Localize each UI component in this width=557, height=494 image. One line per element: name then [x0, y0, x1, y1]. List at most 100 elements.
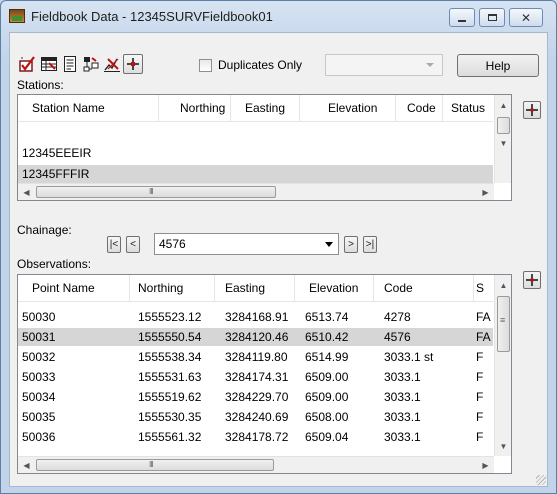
stations-list[interactable]: Station Name Northing Easting Elevation … [17, 94, 512, 201]
grip-icon: III [149, 187, 154, 196]
observations-vertical-scrollbar[interactable]: ▲ ≡ ▼ [494, 275, 511, 456]
northing-cell: 1555523.12 [138, 310, 202, 324]
scroll-left-icon[interactable]: ◀ [18, 457, 35, 473]
scroll-up-icon[interactable]: ▲ [495, 97, 511, 114]
observation-row[interactable]: 50033 1555531.63 3284174.31 6509.00 3033.1 F [18, 368, 493, 386]
pencil-icon[interactable] [102, 54, 122, 74]
point-name-cell: 50035 [22, 410, 56, 424]
stations-add-button[interactable] [523, 101, 541, 119]
column-northing[interactable]: Northing [159, 95, 231, 122]
easting-cell: 3284229.70 [225, 390, 289, 404]
northing-cell: 1555530.35 [138, 410, 202, 424]
chainage-value: 4576 [159, 237, 186, 251]
check-icon[interactable] [17, 54, 37, 74]
stations-horizontal-scrollbar[interactable]: ◀ III ▶ [18, 183, 494, 200]
observations-horizontal-scrollbar[interactable]: ◀ III ▶ [18, 456, 494, 473]
tree-icon[interactable] [81, 54, 101, 74]
last-chainage-button[interactable]: >| [363, 236, 377, 253]
close-button[interactable]: ✕ [509, 8, 543, 27]
next-chainage-button[interactable]: > [344, 236, 358, 253]
station-row-selected[interactable]: 12345FFFIR [18, 165, 493, 183]
observation-row[interactable]: 50032 1555538.34 3284119.80 6514.99 3033.1 s… [18, 348, 493, 366]
observation-row[interactable]: 50036 1555561.32 3284178.72 6509.04 3033.1 F [18, 428, 493, 446]
column-elevation[interactable]: Elevation [295, 275, 374, 302]
scroll-thumb[interactable]: ≡ [497, 296, 510, 352]
scroll-up-icon[interactable]: ▲ [495, 277, 511, 294]
easting-cell: 3284168.91 [225, 310, 289, 324]
easting-cell: 3284174.31 [225, 370, 289, 384]
column-easting[interactable]: Easting [231, 95, 300, 122]
column-northing[interactable]: Northing [130, 275, 215, 302]
point-name-cell: 50036 [22, 430, 56, 444]
table-icon[interactable] [39, 54, 59, 74]
crosshair-icon[interactable] [123, 54, 143, 74]
observations-list[interactable]: Point Name Northing Easting Elevation Co… [17, 274, 512, 474]
column-station-name[interactable]: Station Name [18, 95, 159, 122]
first-chainage-button[interactable]: |< [107, 236, 121, 253]
column-code[interactable]: Code [374, 275, 474, 302]
observation-row[interactable]: 50035 1555530.35 3284240.69 6508.00 3033.1 F [18, 408, 493, 426]
grip-icon: ≡ [500, 315, 505, 325]
minimize-button[interactable] [449, 8, 475, 27]
crosshair-add-icon [526, 274, 538, 286]
resize-grip-icon[interactable] [536, 475, 546, 485]
code-cell: 4278 [384, 310, 411, 324]
status-cell: F [476, 410, 484, 424]
column-elevation[interactable]: Elevation [300, 95, 396, 122]
close-icon: ✕ [520, 10, 532, 25]
point-name-cell: 50031 [22, 330, 56, 344]
scroll-right-icon[interactable]: ▶ [477, 457, 494, 473]
maximize-icon [487, 14, 497, 21]
column-status[interactable]: S [474, 275, 493, 302]
status-cell: FA [476, 330, 491, 344]
scroll-down-icon[interactable]: ▼ [495, 438, 511, 455]
duplicates-only-label: Duplicates Only [218, 58, 303, 72]
status-cell: F [476, 350, 484, 364]
status-cell: FA [476, 310, 491, 324]
scroll-thumb[interactable]: III [36, 186, 276, 198]
stations-vertical-scrollbar[interactable]: ▲ ▼ [494, 95, 511, 183]
northing-cell: 1555531.63 [138, 370, 202, 384]
previous-chainage-label: < [130, 239, 136, 250]
stations-label: Stations: [17, 78, 64, 92]
column-status[interactable]: Status [443, 95, 493, 122]
observations-header: Point Name Northing Easting Elevation Co… [18, 275, 493, 302]
window-title: Fieldbook Data - 12345SURVFieldbook01 [31, 9, 273, 24]
chainage-dropdown[interactable]: 4576 [154, 233, 339, 255]
scroll-right-icon[interactable]: ▶ [477, 184, 494, 200]
next-chainage-label: > [348, 239, 354, 250]
code-cell: 3033.1 [384, 430, 421, 444]
elevation-cell: 6508.00 [305, 410, 349, 424]
scroll-thumb[interactable]: III [36, 459, 274, 471]
maximize-button[interactable] [479, 8, 505, 27]
status-cell: F [476, 430, 484, 444]
filter-dropdown[interactable] [325, 54, 443, 76]
column-easting[interactable]: Easting [215, 275, 295, 302]
minimize-icon [458, 19, 466, 22]
duplicates-only-checkbox[interactable] [199, 59, 212, 72]
point-name-cell: 50033 [22, 370, 56, 384]
scroll-left-icon[interactable]: ◀ [18, 184, 35, 200]
scroll-thumb[interactable] [497, 117, 510, 134]
elevation-cell: 6513.74 [305, 310, 349, 324]
observation-row-selected[interactable]: 50031 1555550.54 3284120.46 6510.42 4576 FA [18, 328, 493, 346]
northing-cell: 1555538.34 [138, 350, 202, 364]
observations-label: Observations: [17, 257, 92, 271]
scroll-down-icon[interactable]: ▼ [495, 135, 511, 152]
previous-chainage-button[interactable]: < [126, 236, 140, 253]
title-bar[interactable]: Fieldbook Data - 12345SURVFieldbook01 ✕ [1, 1, 556, 31]
chainage-label: Chainage: [17, 223, 72, 237]
column-code[interactable]: Code [396, 95, 443, 122]
status-cell: F [476, 370, 484, 384]
easting-cell: 3284120.46 [225, 330, 289, 344]
chevron-down-icon [426, 63, 434, 67]
help-button[interactable]: Help [457, 54, 539, 77]
column-point-name[interactable]: Point Name [18, 275, 130, 302]
station-row[interactable]: 12345EEEIR [18, 144, 493, 162]
observations-add-button[interactable] [523, 271, 541, 289]
observation-row[interactable]: 50030 1555523.12 3284168.91 6513.74 4278 FA [18, 308, 493, 326]
document-icon[interactable] [60, 54, 80, 74]
observation-row[interactable]: 50034 1555519.62 3284229.70 6509.00 3033.1 F [18, 388, 493, 406]
point-name-cell: 50030 [22, 310, 56, 324]
easting-cell: 3284119.80 [225, 350, 288, 364]
